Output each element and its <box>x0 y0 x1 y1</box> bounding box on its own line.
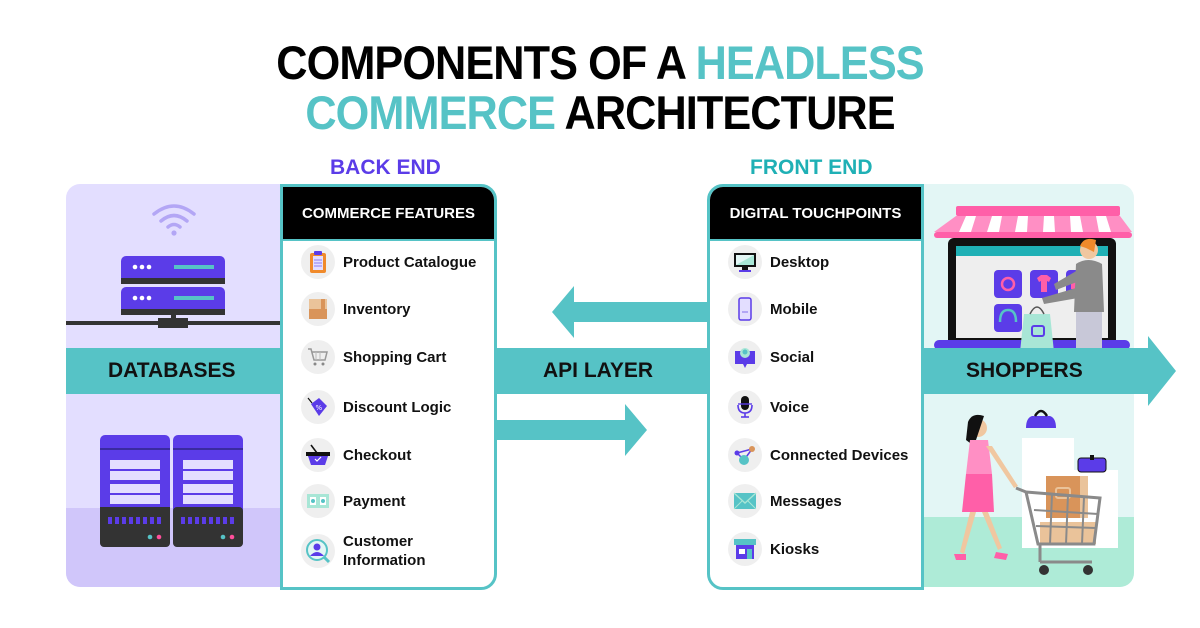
chat-user-icon <box>728 340 762 374</box>
touchpoint-social: Social <box>728 340 920 374</box>
user-search-icon <box>301 534 335 568</box>
touchpoint-label: Desktop <box>770 253 830 271</box>
feature-checkout: Checkout <box>301 438 493 472</box>
commerce-features-card: COMMERCE FEATURES Product Catalogue Inve… <box>280 184 497 590</box>
monitor-icon <box>728 245 762 279</box>
feature-label: Payment <box>343 492 406 510</box>
touchpoint-mobile: Mobile <box>728 292 920 326</box>
title-text: ARCHITECTURE <box>564 86 896 139</box>
wifi-icon <box>152 204 196 236</box>
feature-label: Product Catalogue <box>343 253 477 271</box>
databases-label: DATABASES <box>108 359 236 382</box>
feature-label: Inventory <box>343 300 411 318</box>
feature-inventory: Inventory <box>301 292 493 326</box>
digital-touchpoints-card: DIGITAL TOUCHPOINTS Desktop Mobile Socia… <box>707 184 924 590</box>
storefront-icon <box>728 532 762 566</box>
feature-shopping-cart: Shopping Cart <box>301 340 493 374</box>
arrow-right-icon <box>491 404 647 456</box>
card-header: COMMERCE FEATURES <box>283 187 494 241</box>
money-icon <box>301 484 335 518</box>
clipboard-icon <box>301 245 335 279</box>
box-icon <box>301 292 335 326</box>
phone-icon <box>728 292 762 326</box>
touchpoint-label: Voice <box>770 398 809 416</box>
feature-label: Discount Logic <box>343 398 452 416</box>
front-end-label: FRONT END <box>750 156 873 179</box>
feature-label: Shopping Cart <box>343 348 447 366</box>
feature-label: Customer Information <box>343 533 426 569</box>
touchpoint-label: Connected Devices <box>770 446 909 464</box>
feature-discount-logic: % Discount Logic <box>301 390 493 424</box>
touchpoint-label: Social <box>770 348 815 366</box>
shoppers-label: SHOPPERS <box>966 359 1083 382</box>
microphone-icon <box>728 390 762 424</box>
feature-product-catalogue: Product Catalogue <box>301 245 493 279</box>
card-header: DIGITAL TOUCHPOINTS <box>710 187 921 241</box>
online-store-illustration <box>934 206 1132 352</box>
touchpoint-messages: Messages <box>728 484 920 518</box>
title-line-2: COMMERCE ARCHITECTURE <box>48 88 1152 138</box>
touchpoint-voice: Voice <box>728 390 920 424</box>
basket-icon <box>301 438 335 472</box>
arrow-left-icon <box>552 286 708 338</box>
tag-icon: % <box>301 390 335 424</box>
title-text: COMPONENTS OF A <box>276 36 685 89</box>
envelope-icon <box>728 484 762 518</box>
network-icon <box>728 438 762 472</box>
feature-payment: Payment <box>301 484 493 518</box>
touchpoint-connected-devices: Connected Devices <box>728 438 920 472</box>
api-layer-label: API LAYER <box>543 359 654 382</box>
cart-icon <box>301 340 335 374</box>
shopper-with-cart-illustration <box>954 409 1118 575</box>
touchpoint-kiosks: Kiosks <box>728 532 920 566</box>
database-racks-icon <box>100 435 243 547</box>
back-end-label: BACK END <box>330 156 441 179</box>
touchpoint-label: Kiosks <box>770 540 820 558</box>
touchpoint-label: Messages <box>770 492 842 510</box>
title-highlight: HEADLESS <box>695 36 925 89</box>
feature-customer-information: Customer Information <box>301 532 493 570</box>
page-title: COMPONENTS OF A HEADLESS COMMERCE ARCHIT… <box>48 38 1152 138</box>
server-stack-icon <box>66 256 282 328</box>
touchpoint-desktop: Desktop <box>728 245 920 279</box>
touchpoint-label: Mobile <box>770 300 818 318</box>
feature-label: Checkout <box>343 446 412 464</box>
title-line-1: COMPONENTS OF A HEADLESS <box>48 38 1152 88</box>
svg-text:%: % <box>316 404 323 412</box>
title-highlight: COMMERCE <box>305 86 556 139</box>
